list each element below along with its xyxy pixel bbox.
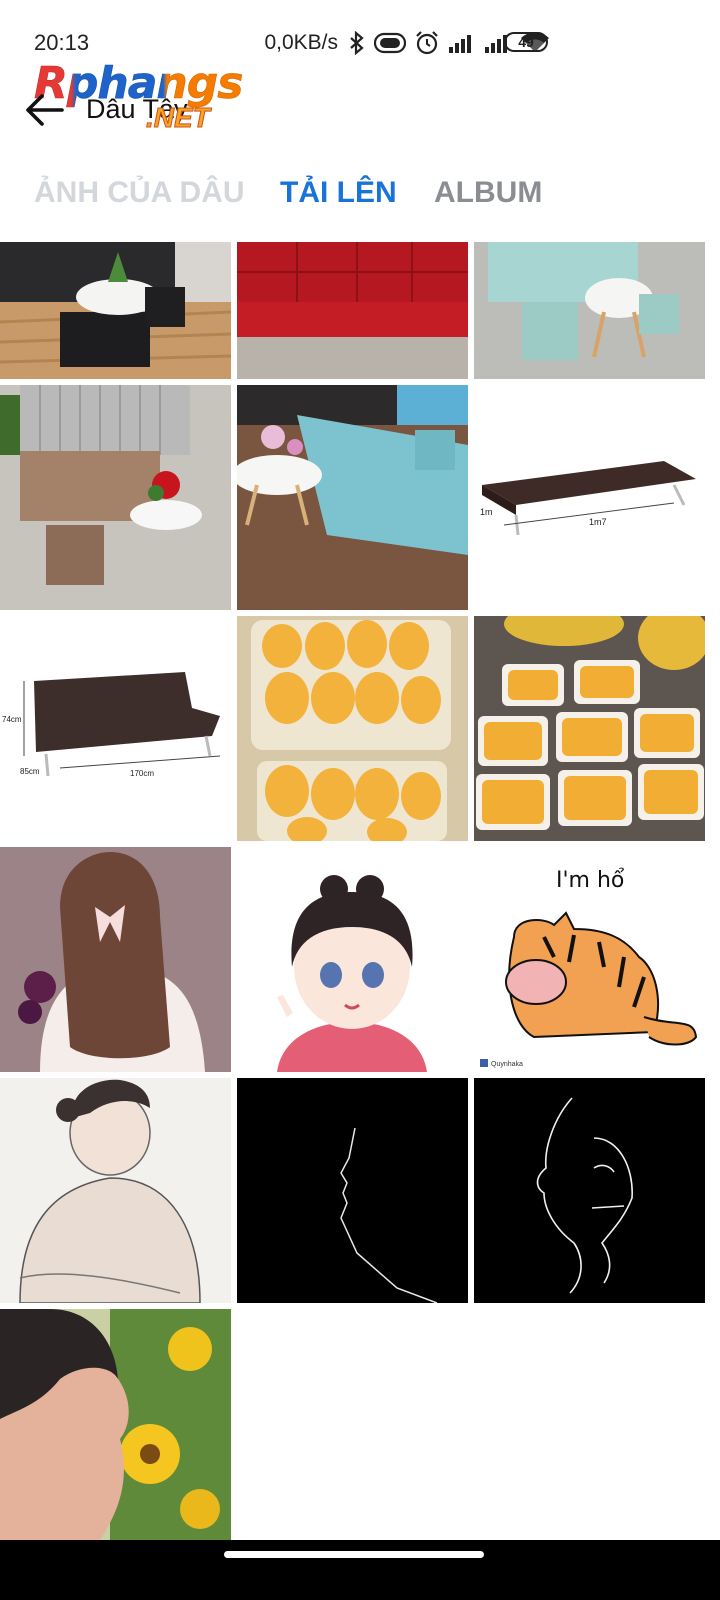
bluetooth-icon [348, 31, 366, 55]
tab-photos-of-dau[interactable]: ẢNH CỦA DÂU [34, 176, 245, 210]
photo-tile[interactable] [474, 1078, 705, 1303]
photo-tile[interactable] [0, 1078, 231, 1303]
signal-icon [448, 32, 476, 54]
photo-jackfruit-boxes [237, 616, 468, 841]
network-speed: 0,0KB/s [264, 31, 338, 54]
image-credit: Quynhaka [491, 1061, 523, 1068]
image-caption: I'm hổ [556, 868, 625, 893]
photo-tile[interactable] [237, 1078, 468, 1303]
vibrate-icon [374, 32, 406, 54]
photo-tile[interactable] [474, 616, 705, 841]
photo-brown-sofa-dimensions: 74cm 85cm 170cm [0, 616, 231, 841]
photo-tile[interactable] [0, 242, 231, 379]
system-nav-bar [0, 1540, 720, 1600]
photo-woman-sketch [0, 1078, 231, 1303]
photo-tiger-cat-cartoon: I'm hổ Quynhaka [474, 847, 705, 1072]
photo-tile[interactable]: 74cm 85cm 170cm [0, 616, 231, 841]
tab-uploads[interactable]: TẢI LÊN [280, 176, 397, 210]
photo-chibi-girl-illustration [237, 847, 468, 1072]
photo-brown-sofa-flowers [0, 385, 231, 610]
photo-face-line-art-dark [237, 1078, 468, 1303]
photo-tabs: ẢNH CỦA DÂU TẢI LÊN ALBUM [0, 176, 720, 226]
photo-girl-bow-illustration [0, 847, 231, 1072]
photo-blue-sofa-orchids [237, 385, 468, 610]
photo-woman-sunflowers [0, 1309, 231, 1540]
photo-tile[interactable] [237, 385, 468, 610]
photo-black-sofa [0, 242, 231, 379]
photo-tile[interactable]: 1m 1m7 [474, 385, 705, 610]
photo-tile[interactable] [0, 847, 231, 1072]
home-gesture-handle[interactable] [224, 1551, 484, 1558]
photo-tile[interactable] [0, 1309, 231, 1540]
photo-tile[interactable] [237, 242, 468, 379]
tab-album[interactable]: ALBUM [434, 176, 542, 210]
dimension-label: 1m [480, 507, 493, 517]
photo-red-sofa [237, 242, 468, 379]
photo-tile[interactable]: I'm hổ Quynhaka [474, 847, 705, 1072]
arrow-left-icon [26, 94, 64, 126]
dimension-label: 170cm [130, 769, 154, 778]
photo-tile[interactable] [237, 616, 468, 841]
photo-jackfruit-trays [474, 616, 705, 841]
photo-sofa-bed-dimensions: 1m 1m7 [474, 385, 705, 610]
dimension-label: 74cm [2, 715, 22, 724]
back-button[interactable] [20, 88, 68, 132]
dimension-label: 85cm [20, 767, 40, 776]
photo-tile[interactable] [474, 242, 705, 379]
photo-tile[interactable] [0, 385, 231, 610]
dimension-label: 1m7 [589, 517, 607, 527]
alarm-icon [414, 30, 440, 56]
status-time: 20:13 [34, 30, 90, 55]
logo-net-text: .NET [146, 102, 211, 134]
photo-face-line-art-white [474, 1078, 705, 1303]
photo-tile[interactable] [237, 847, 468, 1072]
battery-icon: 49 [504, 32, 548, 52]
photo-mint-sofa [474, 242, 705, 379]
